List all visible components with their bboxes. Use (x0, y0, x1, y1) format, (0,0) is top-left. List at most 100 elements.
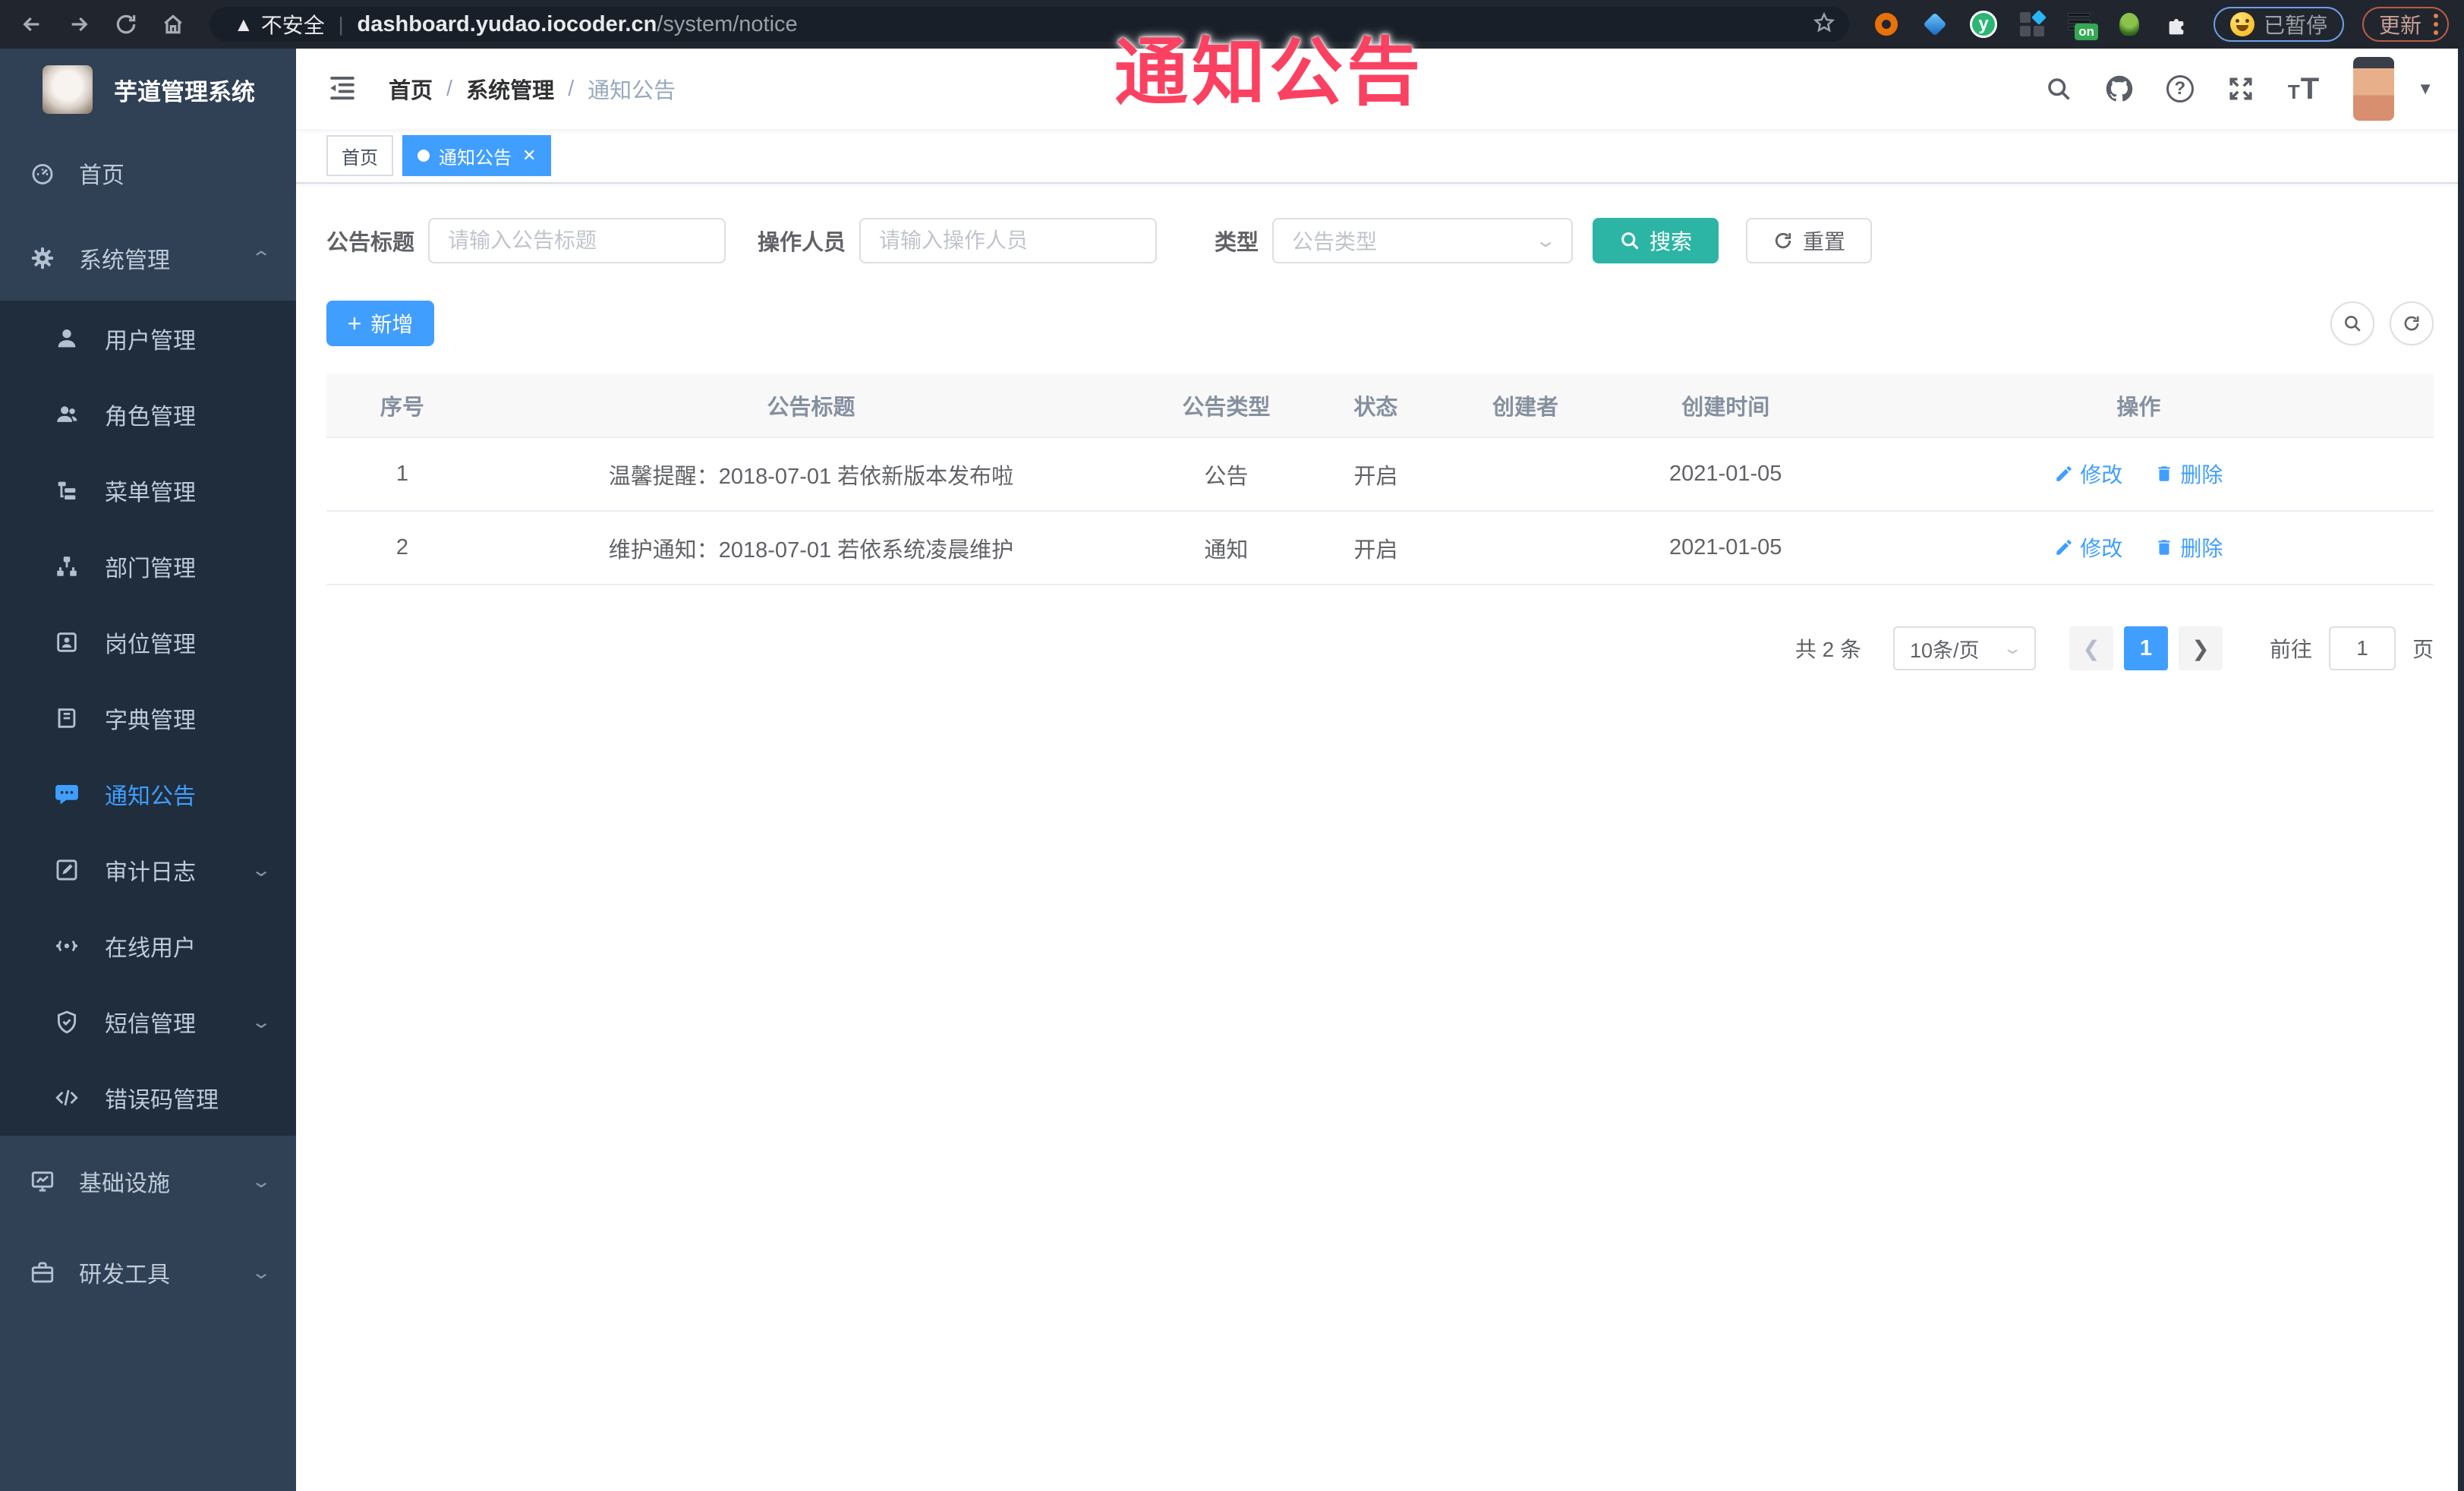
extension-on-badge-icon[interactable]: on (2066, 10, 2098, 40)
online-users-icon (53, 932, 80, 960)
sidebar-item-dictionary[interactable]: 字典管理 (0, 680, 296, 756)
extension-grid-icon[interactable] (2018, 10, 2047, 39)
browser-update-button[interactable]: 更新 (2362, 7, 2450, 42)
extension-orange-ring-icon[interactable] (1872, 10, 1901, 39)
dashboard-icon (29, 159, 56, 187)
briefcase-icon (29, 1259, 56, 1286)
app-frame: 芋道管理系统 首页 系统管理 ⌃ 用户管理 角色管理 菜单管理 部门管理 岗位管… (0, 49, 2464, 1491)
user-icon (53, 325, 80, 352)
breadcrumb-system[interactable]: 系统管理 (466, 73, 554, 105)
chat-bubble-icon (53, 780, 80, 808)
shield-icon (53, 1008, 80, 1036)
paused-label: 已暂停 (2264, 14, 2328, 37)
goto-label: 前往 (2269, 638, 2312, 661)
browser-forward-icon[interactable] (64, 9, 94, 39)
extension-green-y-icon[interactable]: y (1969, 10, 1998, 39)
delete-link[interactable]: 删除 (2154, 532, 2223, 563)
col-title: 公告标题 (477, 374, 1145, 438)
browser-refresh-icon[interactable] (111, 9, 141, 39)
add-button[interactable]: + 新增 (326, 301, 434, 346)
search-icon (2345, 316, 2361, 332)
refresh-table-button[interactable] (2390, 301, 2434, 345)
toggle-search-button[interactable] (2330, 301, 2374, 345)
sidebar-item-dev-tools[interactable]: 研发工具 ⌄ (0, 1227, 296, 1318)
col-type: 公告类型 (1144, 374, 1309, 438)
breadcrumb: 首页 / 系统管理 / 通知公告 (389, 73, 676, 105)
goto-page-input[interactable] (2328, 626, 2396, 670)
sidebar-item-menus[interactable]: 菜单管理 (0, 452, 296, 528)
plus-icon: + (347, 309, 362, 337)
prev-page-button[interactable]: ❮ (2069, 626, 2113, 670)
total-count: 共 2 条 (1794, 638, 1861, 661)
search-icon[interactable] (2045, 75, 2072, 102)
sidebar-item-notices[interactable]: 通知公告 (0, 756, 296, 832)
monitor-chart-icon (29, 1168, 56, 1195)
sidebar-item-users[interactable]: 用户管理 (0, 301, 296, 377)
fullscreen-icon[interactable] (2227, 75, 2254, 102)
sidebar-item-system[interactable]: 系统管理 ⌃ (0, 216, 296, 301)
breadcrumb-home[interactable]: 首页 (389, 73, 433, 105)
sidebar-item-positions[interactable]: 岗位管理 (0, 604, 296, 680)
title-filter-input[interactable] (428, 218, 726, 263)
sidebar-item-label: 首页 (79, 163, 124, 188)
extensions-puzzle-icon[interactable] (2163, 10, 2192, 39)
page-size-select[interactable]: 10条/页 ⌄ (1892, 626, 2036, 670)
page-unit-label: 页 (2412, 638, 2434, 661)
close-tab-icon[interactable]: ✕ (522, 146, 536, 165)
extension-icons: y on (1872, 10, 2192, 40)
refresh-icon (1775, 232, 1791, 249)
current-page[interactable]: 1 (2123, 626, 2168, 670)
profile-paused-pill[interactable]: 已暂停 (2214, 7, 2345, 42)
delete-link[interactable]: 删除 (2154, 459, 2223, 489)
sidebar-item-audit-log[interactable]: 审计日志 ⌄ (0, 832, 296, 908)
chevron-down-icon: ⌄ (250, 1262, 273, 1283)
extension-plant-icon[interactable] (2115, 10, 2144, 39)
extension-blue-gem-icon[interactable] (1920, 10, 1949, 39)
edit-link[interactable]: 修改 (2054, 459, 2122, 489)
security-label: 不安全 (260, 14, 325, 37)
avatar[interactable] (2353, 57, 2395, 121)
font-size-icon[interactable]: TT (2288, 72, 2320, 106)
address-bar[interactable]: ▲ 不安全 | dashboard.yudao.iocoder.cn /syst… (210, 7, 1849, 42)
sidebar-item-error-codes[interactable]: 错误码管理 (0, 1060, 296, 1136)
table-toolbar: + 新增 (326, 301, 2434, 346)
sidebar: 芋道管理系统 首页 系统管理 ⌃ 用户管理 角色管理 菜单管理 部门管理 岗位管… (0, 49, 296, 1491)
browser-menu-icon[interactable] (2434, 14, 2439, 35)
type-select[interactable]: 公告类型 ⌄ (1272, 218, 1574, 263)
notices-table: 序号 公告标题 公告类型 状态 创建者 创建时间 操作 1 温馨提醒：2018- (326, 374, 2434, 585)
not-secure-warning-icon: ▲ (234, 12, 254, 36)
edit-link[interactable]: 修改 (2054, 532, 2122, 563)
search-button[interactable]: 搜索 (1593, 218, 1719, 263)
trash-icon (2158, 466, 2170, 481)
browser-back-icon[interactable] (17, 9, 47, 39)
sidebar-item-infrastructure[interactable]: 基础设施 ⌄ (0, 1136, 296, 1227)
chevron-down-icon: ⌄ (1533, 230, 1558, 251)
sidebar-item-departments[interactable]: 部门管理 (0, 528, 296, 604)
chevron-down-icon: ⌄ (250, 859, 273, 881)
chevron-down-icon: ⌄ (250, 1171, 273, 1192)
bookmark-star-icon[interactable] (1813, 11, 1835, 38)
badge-icon (53, 629, 80, 656)
toolbar-right (2330, 301, 2434, 345)
browser-home-icon[interactable] (158, 9, 188, 39)
github-icon[interactable] (2106, 75, 2133, 102)
chevron-up-icon: ⌃ (250, 247, 273, 269)
active-dot (417, 150, 430, 162)
sidebar-item-home[interactable]: 首页 (0, 131, 296, 216)
tree-list-icon (53, 477, 80, 504)
sidebar-item-roles[interactable]: 角色管理 (0, 377, 296, 452)
avatar-caret-icon[interactable]: ▼ (2417, 79, 2434, 99)
tab-notices[interactable]: 通知公告 ✕ (402, 135, 552, 176)
sidebar-item-sms[interactable]: 短信管理 ⌄ (0, 984, 296, 1060)
breadcrumb-current: 通知公告 (588, 79, 676, 103)
help-icon[interactable]: ? (2166, 75, 2194, 102)
filter-form: 公告标题 操作人员 类型 公告类型 ⌄ 搜索 重置 (326, 217, 2434, 264)
reset-button[interactable]: 重置 (1746, 218, 1873, 263)
sidebar-logo-row[interactable]: 芋道管理系统 (0, 49, 296, 131)
operator-filter-input[interactable] (859, 218, 1158, 263)
sidebar-collapse-icon[interactable] (326, 71, 358, 107)
tab-home[interactable]: 首页 (326, 135, 393, 176)
sidebar-item-online-users[interactable]: 在线用户 (0, 908, 296, 984)
next-page-button[interactable]: ❯ (2178, 626, 2223, 670)
main-area: 首页 / 系统管理 / 通知公告 ? TT ▼ 首页 通知公告 ✕ 公告标题 请… (296, 49, 2464, 1491)
